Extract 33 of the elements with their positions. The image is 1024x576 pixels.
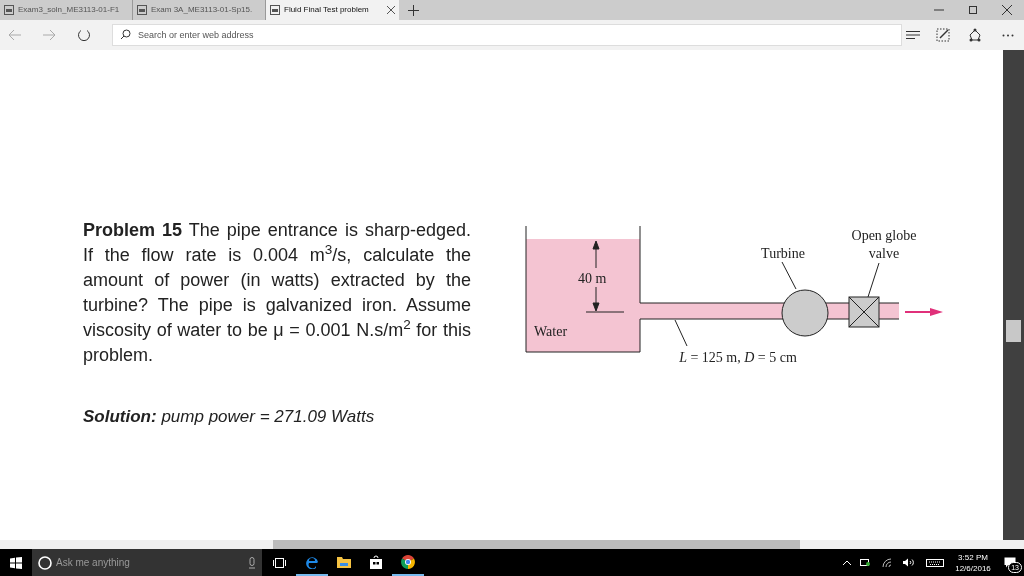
leader-line bbox=[674, 319, 688, 347]
turbine bbox=[781, 289, 829, 337]
clock[interactable]: 3:52 PM 12/6/2016 bbox=[950, 549, 996, 576]
horizontal-scrollbar[interactable] bbox=[0, 540, 1024, 549]
leader-line bbox=[781, 261, 797, 290]
turbine-label: Turbine bbox=[761, 246, 805, 261]
search-icon bbox=[120, 29, 131, 40]
web-note-icon[interactable] bbox=[936, 28, 950, 42]
share-icon[interactable] bbox=[968, 28, 982, 42]
pipe-label: L = 125 m, D = 5 cm bbox=[679, 350, 797, 365]
pdf-icon bbox=[270, 5, 280, 15]
refresh-icon[interactable] bbox=[77, 28, 91, 42]
pdf-icon bbox=[4, 5, 14, 15]
valve-label: Open globe bbox=[851, 228, 917, 243]
vertical-scrollbar[interactable] bbox=[1003, 50, 1024, 540]
tank-label: Water bbox=[534, 324, 568, 339]
search-box[interactable]: Ask me anything bbox=[32, 549, 262, 576]
search-placeholder: Ask me anything bbox=[56, 556, 131, 570]
flow-arrow bbox=[904, 308, 943, 316]
close-tab-icon[interactable] bbox=[387, 6, 395, 14]
height-label: 40 m bbox=[578, 271, 607, 286]
microphone-icon[interactable] bbox=[248, 556, 256, 569]
browser-tab[interactable]: Fluid Final Test problem bbox=[266, 0, 399, 20]
valve-label: valve bbox=[868, 246, 900, 261]
address-field[interactable]: Search or enter web address bbox=[112, 24, 902, 46]
more-icon[interactable] bbox=[1002, 33, 1014, 37]
valve bbox=[848, 296, 880, 328]
pdf-icon bbox=[137, 5, 147, 15]
problem-text: Problem 15 The pipe entrance is sharp-edged. If the flow rate is 0.004 m$^{3}$/s, calculate the amount of power (in watts) extracted by the turbine? The pipe is galvanized iron. Assume viscosity of water to be μ = 0.001 N.s/m$^{2}$ for this problem. bbox=[83, 219, 471, 367]
solution-text: Solution: pump power = 271.09 Watts bbox=[83, 406, 376, 428]
hub-icon[interactable] bbox=[906, 30, 920, 40]
cortana-icon bbox=[38, 555, 52, 570]
leader-line bbox=[867, 262, 880, 298]
